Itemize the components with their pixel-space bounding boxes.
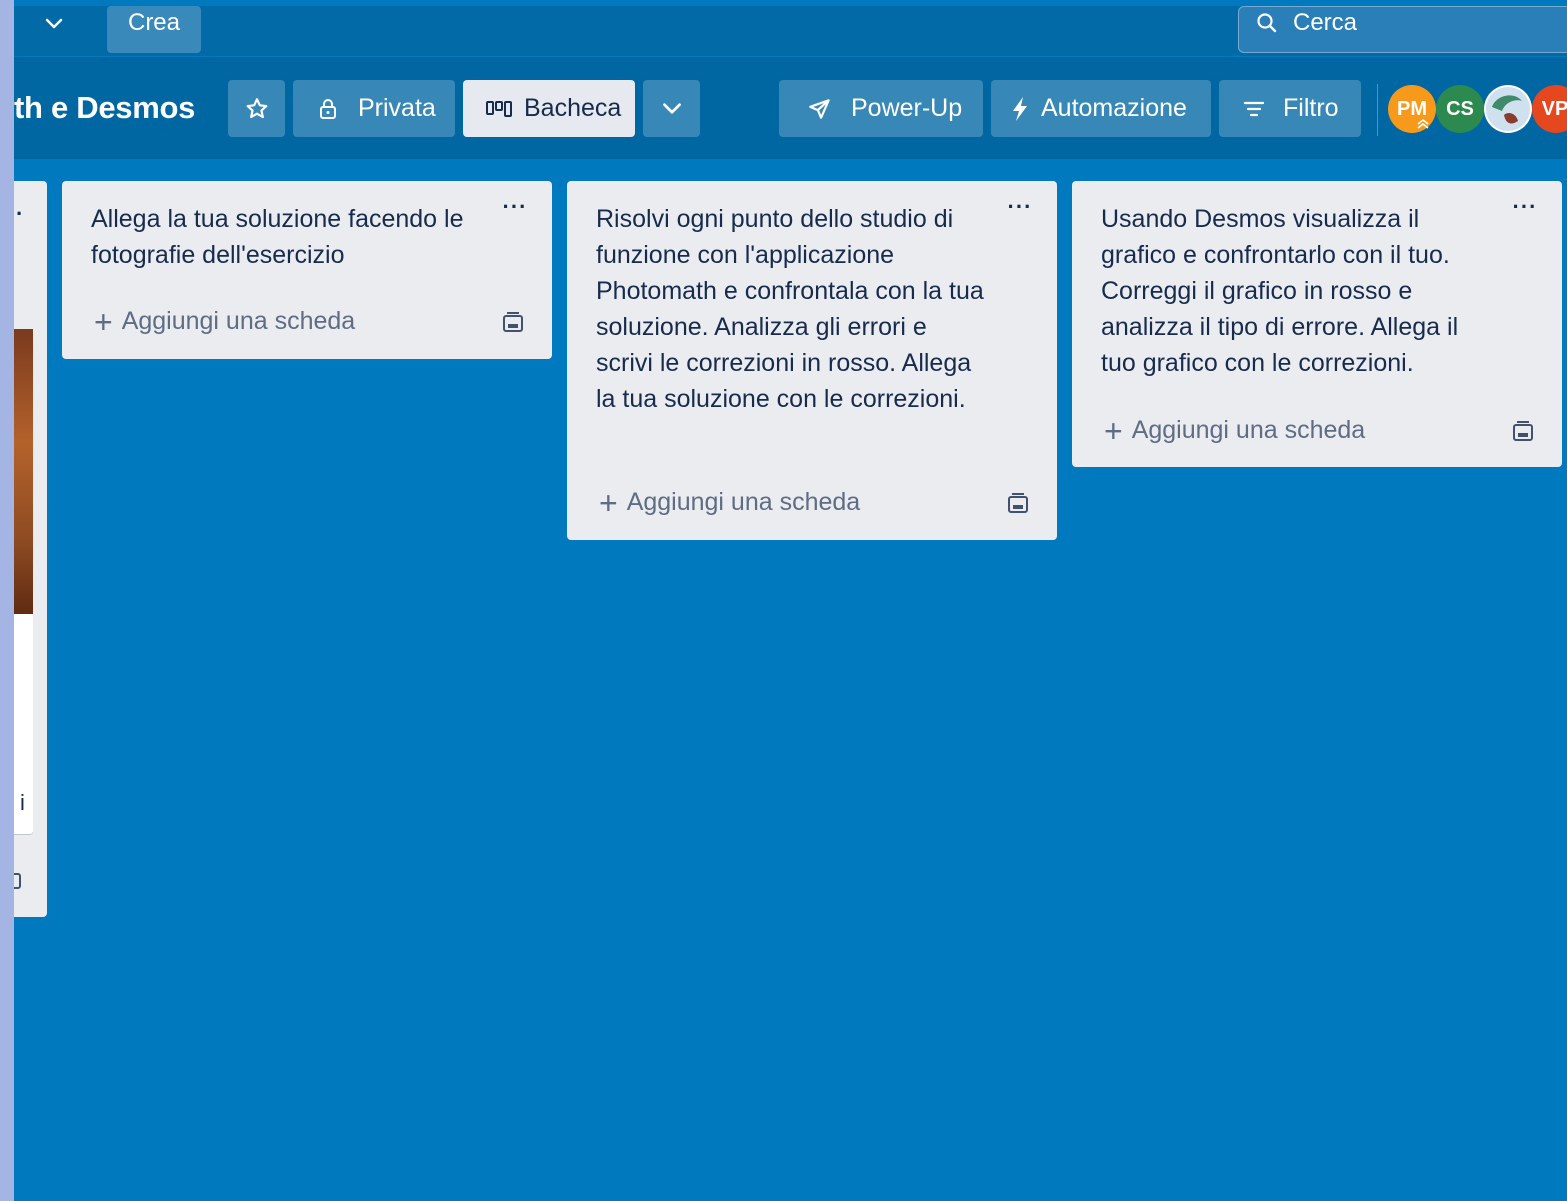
automation-label: Automazione [1041, 94, 1187, 122]
add-card-label: Aggiungi una scheda [121, 307, 356, 335]
view-dropdown-button[interactable] [643, 80, 700, 137]
board-title[interactable]: th e Desmos [14, 90, 195, 126]
top-navigation-bar: Crea Cerca [14, 6, 1567, 56]
create-button[interactable]: Crea [107, 6, 201, 53]
filter-label: Filtro [1283, 94, 1339, 122]
add-card-button[interactable]: + Aggiungi una scheda [1104, 412, 1366, 449]
list-menu-button[interactable]: ··· [1005, 196, 1035, 218]
member-avatar[interactable]: CS [1436, 85, 1484, 133]
partial-card[interactable]: i [14, 614, 33, 834]
view-switcher-button[interactable]: Bacheca [463, 80, 635, 137]
add-card-label: Aggiungi una scheda [1131, 416, 1366, 444]
powerup-label: Power-Up [851, 94, 963, 122]
lock-icon [320, 98, 336, 119]
search-icon [1257, 13, 1277, 33]
add-card-label: Aggiungi una scheda [626, 488, 861, 516]
add-card-button[interactable]: + Aggiungi una scheda [599, 484, 861, 521]
rocket-icon [809, 98, 830, 119]
view-label: Bacheca [524, 94, 622, 122]
partial-card-text: i [20, 790, 25, 815]
list-menu-button[interactable]: ··· [500, 196, 530, 218]
list-menu-partial[interactable]: · [16, 201, 23, 227]
card-template-icon[interactable] [1005, 491, 1031, 517]
chevron-down-icon[interactable] [42, 12, 66, 46]
chevron-down-icon [662, 102, 681, 114]
list-menu-button[interactable]: ··· [1510, 196, 1540, 218]
avatar-photo-icon [1486, 87, 1530, 131]
member-avatar-photo[interactable] [1484, 85, 1532, 133]
filter-icon [1243, 101, 1265, 116]
star-button[interactable] [228, 80, 285, 137]
filter-button[interactable]: Filtro [1219, 80, 1361, 137]
left-edge-strip [0, 0, 14, 1201]
template-icon [14, 873, 21, 889]
header-divider [1377, 84, 1378, 136]
powerup-button[interactable]: Power-Up [779, 80, 983, 137]
star-icon [246, 97, 267, 118]
member-avatar[interactable]: PM [1388, 85, 1436, 133]
list-column: Allega la tua soluzione facendo le fotog… [62, 181, 552, 359]
list-column: Usando Desmos visualizza il grafico e co… [1072, 181, 1562, 467]
plus-icon: + [94, 303, 113, 340]
card-template-icon[interactable] [1510, 419, 1536, 445]
card-cover-image [14, 329, 33, 614]
add-card-button[interactable]: + Aggiungi una scheda [94, 303, 356, 340]
automation-button[interactable]: Automazione [991, 80, 1211, 137]
search-input[interactable]: Cerca [1238, 6, 1567, 53]
list-title[interactable]: Risolvi ogni punto dello studio di funzi… [596, 201, 986, 417]
board-view-icon [486, 100, 512, 117]
list-title[interactable]: Allega la tua soluzione facendo le fotog… [91, 201, 481, 273]
visibility-button[interactable]: Privata [293, 80, 455, 137]
lightning-icon [1013, 96, 1027, 121]
plus-icon: + [599, 484, 618, 521]
list-column: Risolvi ogni punto dello studio di funzi… [567, 181, 1057, 540]
list-title[interactable]: Usando Desmos visualizza il grafico e co… [1101, 201, 1491, 381]
search-placeholder: Cerca [1293, 9, 1358, 36]
plus-icon: + [1104, 412, 1123, 449]
visibility-label: Privata [358, 94, 436, 122]
admin-chevron-icon [1417, 118, 1429, 129]
card-template-icon[interactable] [500, 310, 526, 336]
